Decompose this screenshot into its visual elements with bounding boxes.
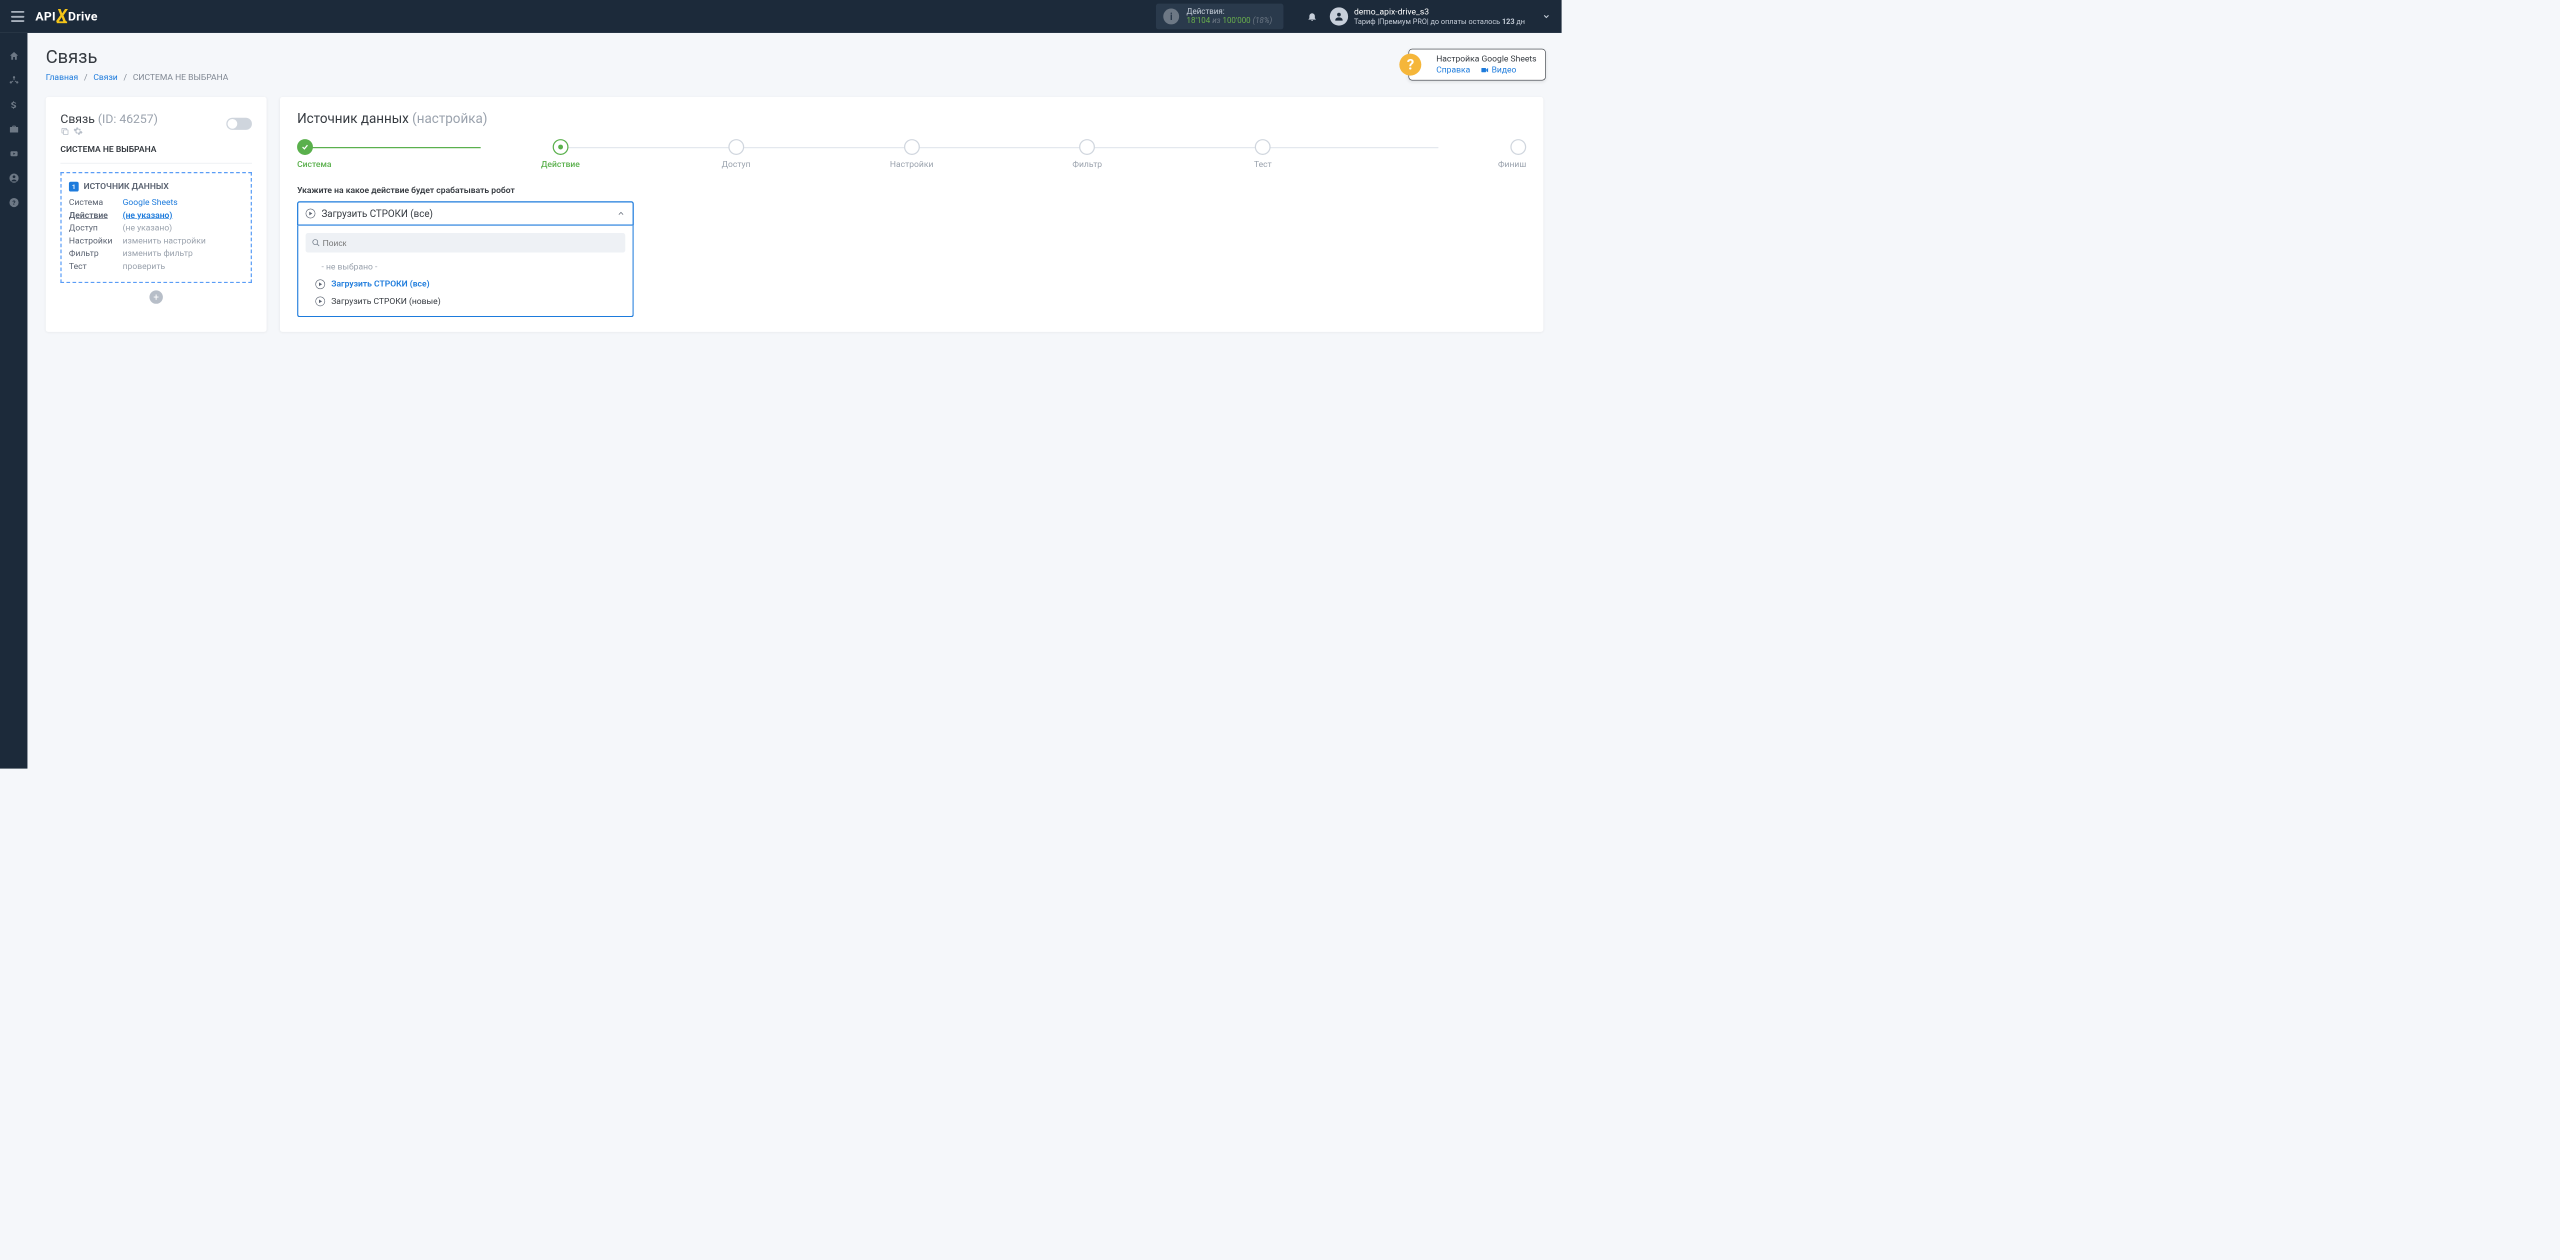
chevron-down-icon xyxy=(1542,12,1551,21)
user-name: demo_apix-drive_s3 xyxy=(1354,7,1525,17)
actions-counter[interactable]: i Действия: 18'104 из 100'000 (18%) xyxy=(1156,4,1283,30)
right-title: Источник данных (настройка) xyxy=(297,112,1526,127)
source-filter-link[interactable]: изменить фильтр xyxy=(123,249,193,259)
step-finish[interactable]: Финиш xyxy=(1351,139,1527,170)
sidebar-video-icon[interactable] xyxy=(0,142,27,166)
sidebar: ? xyxy=(0,33,27,769)
card-subtitle: СИСТЕМА НЕ ВЫБРАНА xyxy=(60,145,252,155)
svg-text:?: ? xyxy=(12,199,15,207)
source-test-link[interactable]: проверить xyxy=(123,262,165,272)
dropdown-search xyxy=(306,233,626,253)
source-settings-link[interactable]: изменить настройки xyxy=(123,236,206,246)
breadcrumb-home[interactable]: Главная xyxy=(46,73,78,83)
sidebar-connections-icon[interactable] xyxy=(0,68,27,92)
sidebar-briefcase-icon[interactable] xyxy=(0,117,27,141)
question-icon[interactable]: ? xyxy=(1400,54,1422,76)
copy-icon[interactable] xyxy=(60,127,69,136)
source-system-link[interactable]: Google Sheets xyxy=(123,198,178,208)
menu-icon[interactable] xyxy=(11,11,24,22)
sidebar-billing-icon[interactable] xyxy=(0,93,27,117)
actions-total: 100'000 xyxy=(1223,16,1251,25)
step-filter[interactable]: Фильтр xyxy=(999,139,1175,170)
step-access[interactable]: Доступ xyxy=(648,139,824,170)
stepper: Система Действие Доступ Настройки Фильтр… xyxy=(297,139,1526,170)
source-access-value: (не указано) xyxy=(123,223,173,233)
gear-icon[interactable] xyxy=(73,126,83,136)
source-number-badge: 1 xyxy=(69,182,79,192)
source-action-link[interactable]: (не указано) xyxy=(123,210,173,220)
user-tariff: Тариф |Премиум PRO| до оплаты осталось 1… xyxy=(1354,17,1525,26)
step-action[interactable]: Действие xyxy=(473,139,649,170)
card-title: Связь xyxy=(60,112,94,127)
breadcrumb-current: СИСТЕМА НЕ ВЫБРАНА xyxy=(133,73,229,83)
step-system[interactable]: Система xyxy=(297,139,473,170)
option-load-all[interactable]: Загрузить СТРОКИ (все) xyxy=(306,276,626,293)
connection-summary-card: Связь (ID: 46257) СИСТЕМА НЕ ВЫБРАНА xyxy=(46,97,267,332)
logo[interactable]: APIXDrive xyxy=(35,9,97,24)
search-icon xyxy=(312,239,321,248)
sidebar-help-icon[interactable]: ? xyxy=(0,190,27,214)
search-input[interactable] xyxy=(323,238,619,248)
help-ref-link[interactable]: Справка xyxy=(1436,65,1470,75)
breadcrumb: Главная / Связи / СИСТЕМА НЕ ВЫБРАНА xyxy=(46,73,229,83)
sidebar-home-icon[interactable] xyxy=(0,44,27,68)
user-avatar-icon xyxy=(1330,7,1348,25)
enable-toggle[interactable] xyxy=(226,118,252,130)
page-title: Связь xyxy=(46,46,229,67)
play-icon xyxy=(315,279,325,289)
step-test[interactable]: Тест xyxy=(1175,139,1351,170)
play-icon xyxy=(315,296,325,306)
dropdown-selected-value: Загрузить СТРОКИ (все) xyxy=(321,208,432,220)
action-config-card: Источник данных (настройка) Система Дейс… xyxy=(280,97,1543,332)
play-icon xyxy=(306,209,316,219)
help-video-link[interactable]: Видео xyxy=(1480,65,1517,75)
actions-label: Действия: xyxy=(1187,7,1273,16)
option-none[interactable]: - не выбрано - xyxy=(306,259,626,276)
dropdown-panel: - не выбрано - Загрузить СТРОКИ (все) За… xyxy=(297,226,634,318)
sidebar-profile-icon[interactable] xyxy=(0,166,27,190)
help-box: ? Настройка Google Sheets Справка Видео xyxy=(1409,49,1546,81)
app-header: APIXDrive i Действия: 18'104 из 100'000 … xyxy=(0,0,1562,33)
source-head: 1 ИСТОЧНИК ДАННЫХ xyxy=(69,182,243,192)
data-source-box: 1 ИСТОЧНИК ДАННЫХ СистемаGoogle Sheets Д… xyxy=(60,172,252,283)
option-load-new[interactable]: Загрузить СТРОКИ (новые) xyxy=(306,293,626,310)
chevron-up-icon xyxy=(617,209,626,218)
info-icon: i xyxy=(1163,9,1179,25)
actions-count: 18'104 xyxy=(1187,16,1211,25)
bell-icon[interactable] xyxy=(1306,11,1317,22)
step-settings[interactable]: Настройки xyxy=(824,139,1000,170)
action-dropdown[interactable]: Загрузить СТРОКИ (все) xyxy=(297,201,634,225)
card-id: (ID: 46257) xyxy=(98,112,158,127)
add-step-button[interactable]: + xyxy=(149,290,162,303)
user-menu[interactable]: demo_apix-drive_s3 Тариф |Премиум PRO| д… xyxy=(1330,7,1551,25)
breadcrumb-links[interactable]: Связи xyxy=(93,73,117,83)
action-field-label: Укажите на какое действие будет срабатыв… xyxy=(297,185,1526,195)
help-title: Настройка Google Sheets xyxy=(1436,54,1536,64)
